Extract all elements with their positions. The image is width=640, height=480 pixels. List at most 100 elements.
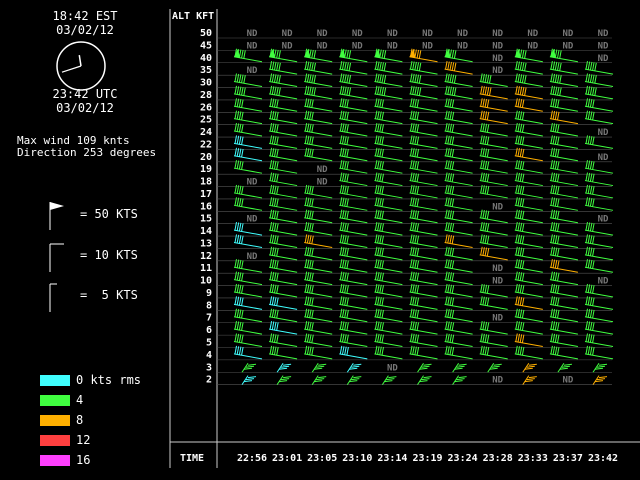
altitude-tick-label: 14: [200, 226, 212, 237]
barb-feather: [445, 246, 448, 255]
barb-staff: [269, 229, 298, 236]
barb-feather: [484, 74, 488, 83]
barb-feather: [238, 198, 242, 207]
barb-feather: [234, 221, 237, 231]
barb-feather: [241, 111, 244, 120]
x-axis-label: TIME: [180, 453, 204, 464]
barb-feather: [559, 87, 562, 96]
barb-feather: [311, 136, 314, 145]
barb-staff: [233, 328, 263, 335]
barb-feather: [381, 210, 384, 219]
barb-feather: [486, 161, 490, 170]
barb-feather: [557, 49, 560, 59]
barb-feather: [414, 148, 417, 157]
barb-feather: [550, 122, 553, 132]
barb-feather: [304, 209, 308, 218]
barb-feather: [379, 160, 382, 170]
barb-feather: [243, 50, 246, 59]
barb-feather: [592, 161, 595, 170]
barb-feather: [454, 367, 463, 370]
barb-feather: [550, 147, 553, 156]
barb-feather: [486, 285, 490, 294]
barb-feather: [416, 210, 420, 219]
barb-staff: [311, 362, 319, 373]
barb-feather: [550, 221, 553, 231]
barb-feather: [269, 197, 273, 206]
barb-feather: [238, 86, 242, 95]
wind-barb: [374, 209, 403, 224]
barb-feather: [592, 62, 595, 71]
wind-barb: [304, 98, 333, 112]
wind-barb: [346, 362, 362, 373]
wind-barb: [549, 110, 578, 125]
barb-staff: [514, 105, 543, 112]
wind-barb: [409, 308, 438, 323]
wind-barb: [339, 246, 368, 261]
barb-feather: [243, 87, 246, 96]
no-data-label: ND: [492, 376, 503, 386]
barb-feather: [274, 173, 277, 182]
barb-feather: [550, 110, 553, 119]
wind-barb: [374, 98, 403, 112]
barb-feather: [374, 122, 378, 132]
barb-feather: [449, 297, 452, 306]
wind-barb: [514, 73, 543, 88]
wind-barb: [233, 135, 263, 149]
barb-feather: [480, 147, 483, 156]
barb-staff: [584, 328, 614, 335]
barb-feather: [381, 124, 384, 133]
barb-feather: [585, 110, 588, 119]
barb-feather: [353, 363, 362, 366]
barb-feather: [245, 365, 255, 368]
barb-feather: [410, 209, 413, 218]
barb-feather: [445, 98, 448, 107]
barb-feather: [410, 259, 413, 268]
barb-feather: [414, 123, 417, 132]
barb-feather: [304, 234, 308, 243]
barb-feather: [309, 297, 312, 306]
barb-staff: [444, 93, 473, 100]
barb-feather: [339, 85, 343, 94]
wind-barb: [339, 197, 368, 211]
barb-feather: [276, 235, 279, 244]
no-data-label: ND: [562, 376, 573, 386]
wind-barb: [592, 375, 608, 385]
barb-staff: [304, 93, 333, 100]
wind-barb: [514, 221, 543, 236]
barb-feather: [484, 334, 488, 343]
barb-feather: [449, 222, 452, 231]
barb-feather: [383, 62, 387, 71]
barb-feather: [589, 136, 593, 145]
barb-staff: [584, 341, 614, 347]
barb-staff: [374, 81, 403, 88]
wind-barb: [409, 271, 438, 286]
barb-feather: [313, 50, 316, 59]
wind-barb: [269, 246, 298, 261]
wind-barb: [549, 122, 578, 137]
wind-barb: [304, 259, 333, 273]
barb-feather: [276, 62, 279, 71]
wind-barb: [514, 122, 543, 137]
barb-feather: [589, 61, 593, 71]
wind-barb: [339, 85, 368, 100]
barb-staff: [549, 167, 578, 174]
barb-feather: [234, 122, 237, 132]
time-tick-label: 22:56: [237, 453, 267, 464]
barb-feather: [309, 61, 312, 71]
wind-barb: [339, 308, 368, 323]
wind-barb: [514, 98, 543, 112]
time-tick-label: 23:42: [588, 453, 618, 464]
barb-feather: [515, 147, 518, 156]
barb-feather: [238, 334, 242, 343]
barb-feather: [451, 148, 455, 158]
barb-feather: [381, 173, 384, 182]
barb-feather: [480, 160, 483, 169]
barb-feather: [346, 173, 349, 182]
wind-barb: [444, 345, 473, 360]
barb-feather: [339, 234, 343, 243]
barb-feather: [346, 223, 349, 232]
barb-feather: [550, 283, 553, 293]
barb-staff: [339, 105, 368, 112]
wind-barb: [269, 221, 298, 236]
barb-feather: [269, 259, 273, 268]
